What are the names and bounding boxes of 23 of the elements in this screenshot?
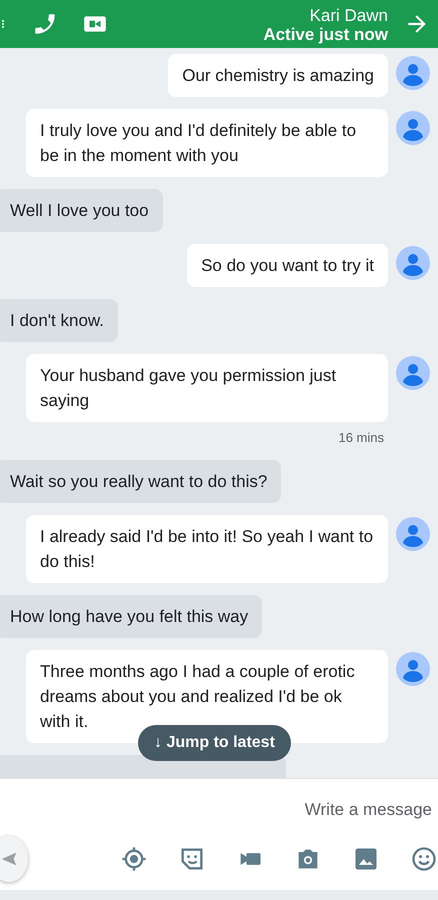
message-bubble: Well I love you too (0, 189, 163, 232)
emoji-icon[interactable] (410, 844, 438, 872)
message-bubble: So do you want to try it (187, 244, 388, 287)
avatar-icon (396, 56, 430, 90)
avatar-icon (396, 516, 430, 550)
avatar-icon (396, 111, 430, 145)
message-input[interactable]: Write a message (0, 779, 438, 835)
message-bubble: Wait so you really want to do this? (0, 460, 282, 502)
message-bubble: I don't know. (0, 299, 118, 342)
message-bubble: Your husband gave you permission just saying (26, 354, 388, 422)
avatar-icon (396, 652, 430, 686)
message-bubble: Our chemistry is amazing (168, 54, 388, 97)
timestamp: 16 mins (338, 429, 384, 447)
avatar-icon (396, 356, 430, 390)
jump-to-latest-button[interactable]: ↓ Jump to latest (138, 725, 291, 761)
avatar-icon (396, 246, 430, 280)
status-text: Active just now (262, 24, 388, 44)
message-bubble: How long have you felt this way (0, 594, 262, 638)
send-button[interactable] (0, 836, 28, 882)
location-icon[interactable] (120, 844, 148, 872)
contact-name: Kari Dawn (308, 6, 388, 24)
message-bubble: I already said I'd be into it! So yeah I want to do this! (26, 514, 388, 582)
message-bubble: I truly love you and I'd definitely be able to be in the moment with you (26, 109, 388, 177)
